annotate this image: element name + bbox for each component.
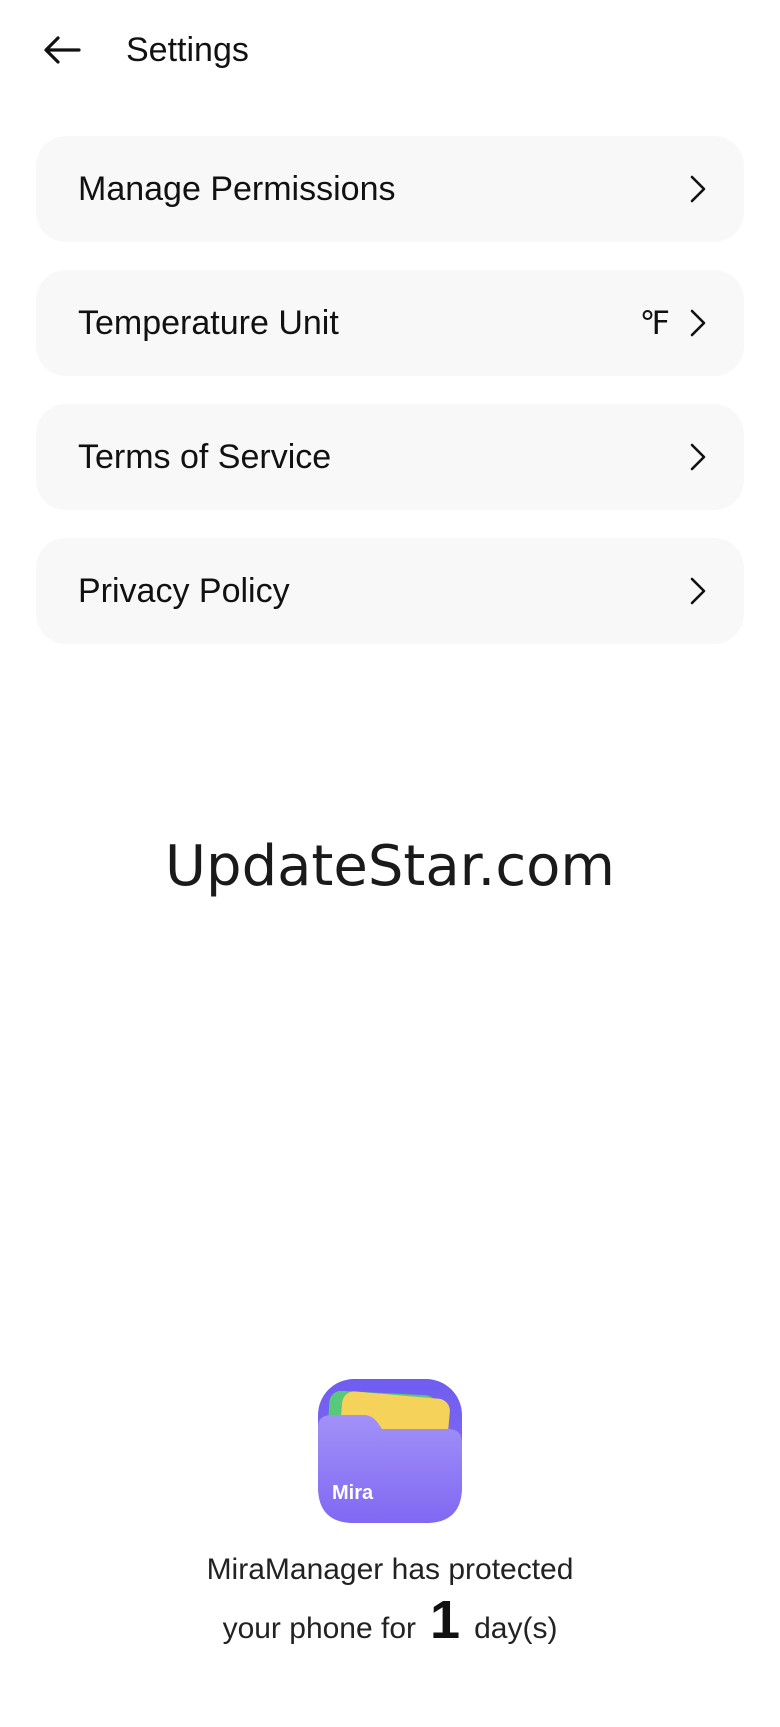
folder-app-icon: Mira [318,1379,462,1523]
settings-item-label: Terms of Service [78,438,332,476]
temperature-unit-value: ℉ [639,305,670,341]
back-button[interactable] [36,26,88,74]
back-arrow-icon [44,36,81,64]
protected-days-count: 1 [430,1590,461,1650]
settings-item-temperature-unit[interactable]: Temperature Unit ℉ [36,270,744,376]
protection-message-line1: MiraManager has protected [206,1553,574,1586]
chevron-right-icon [686,173,710,205]
settings-item-manage-permissions[interactable]: Manage Permissions [36,136,744,242]
protection-prefix: your phone for [222,1612,417,1645]
chevron-right-icon [686,307,710,339]
settings-item-label: Privacy Policy [78,572,290,610]
settings-item-label: Manage Permissions [78,170,396,208]
settings-item-terms-of-service[interactable]: Terms of Service [36,404,744,510]
protection-message-line2: your phone for 1 day(s) [0,1590,780,1659]
app-icon-label: Mira [332,1482,374,1504]
chevron-right-icon [686,441,710,473]
app-header: Settings [0,0,780,100]
settings-item-label: Temperature Unit [78,304,339,342]
page-title: Settings [126,31,249,69]
settings-item-privacy-policy[interactable]: Privacy Policy [36,538,744,644]
protection-suffix: day(s) [474,1612,558,1645]
watermark-text: UpdateStar.com [165,834,615,899]
chevron-right-icon [686,575,710,607]
